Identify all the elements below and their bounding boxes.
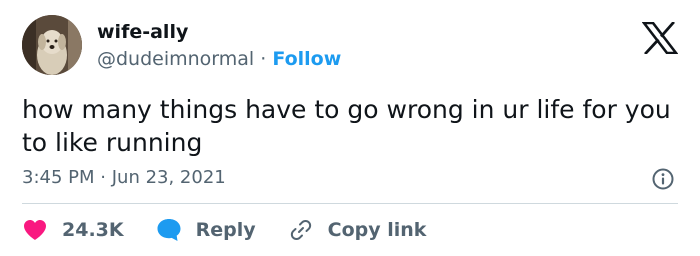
tweet-time: 3:45 PM [22,167,95,188]
avatar[interactable] [22,15,82,75]
follow-button[interactable]: Follow [272,48,341,70]
reply-label: Reply [195,219,256,241]
x-logo-icon[interactable] [641,21,679,55]
timestamp-separator: · [100,167,106,188]
reply-button[interactable]: Reply [156,217,256,243]
tweet-text: how many things have to go wrong in ur l… [22,95,671,157]
tweet-timestamp[interactable]: 3:45 PM · Jun 23, 2021 [22,166,226,190]
like-button[interactable]: 24.3K [22,217,124,243]
heart-icon [22,217,48,243]
copy-link-button[interactable]: Copy link [288,217,427,243]
copy-link-label: Copy link [327,219,427,241]
author-display-name[interactable]: wife-ally [97,20,188,44]
like-count: 24.3K [62,219,124,241]
link-icon [288,217,314,243]
divider [22,203,678,204]
info-icon[interactable] [651,167,675,191]
author-handle[interactable]: @dudeimnormal [97,48,254,70]
tweet-date: Jun 23, 2021 [111,167,226,188]
author-handle-row: @dudeimnormal · Follow [97,47,341,71]
action-bar: 24.3K Reply Copy link [22,216,426,244]
speech-bubble-icon [156,217,182,243]
avatar-dog-image [22,15,82,75]
handle-separator: · [260,48,267,70]
